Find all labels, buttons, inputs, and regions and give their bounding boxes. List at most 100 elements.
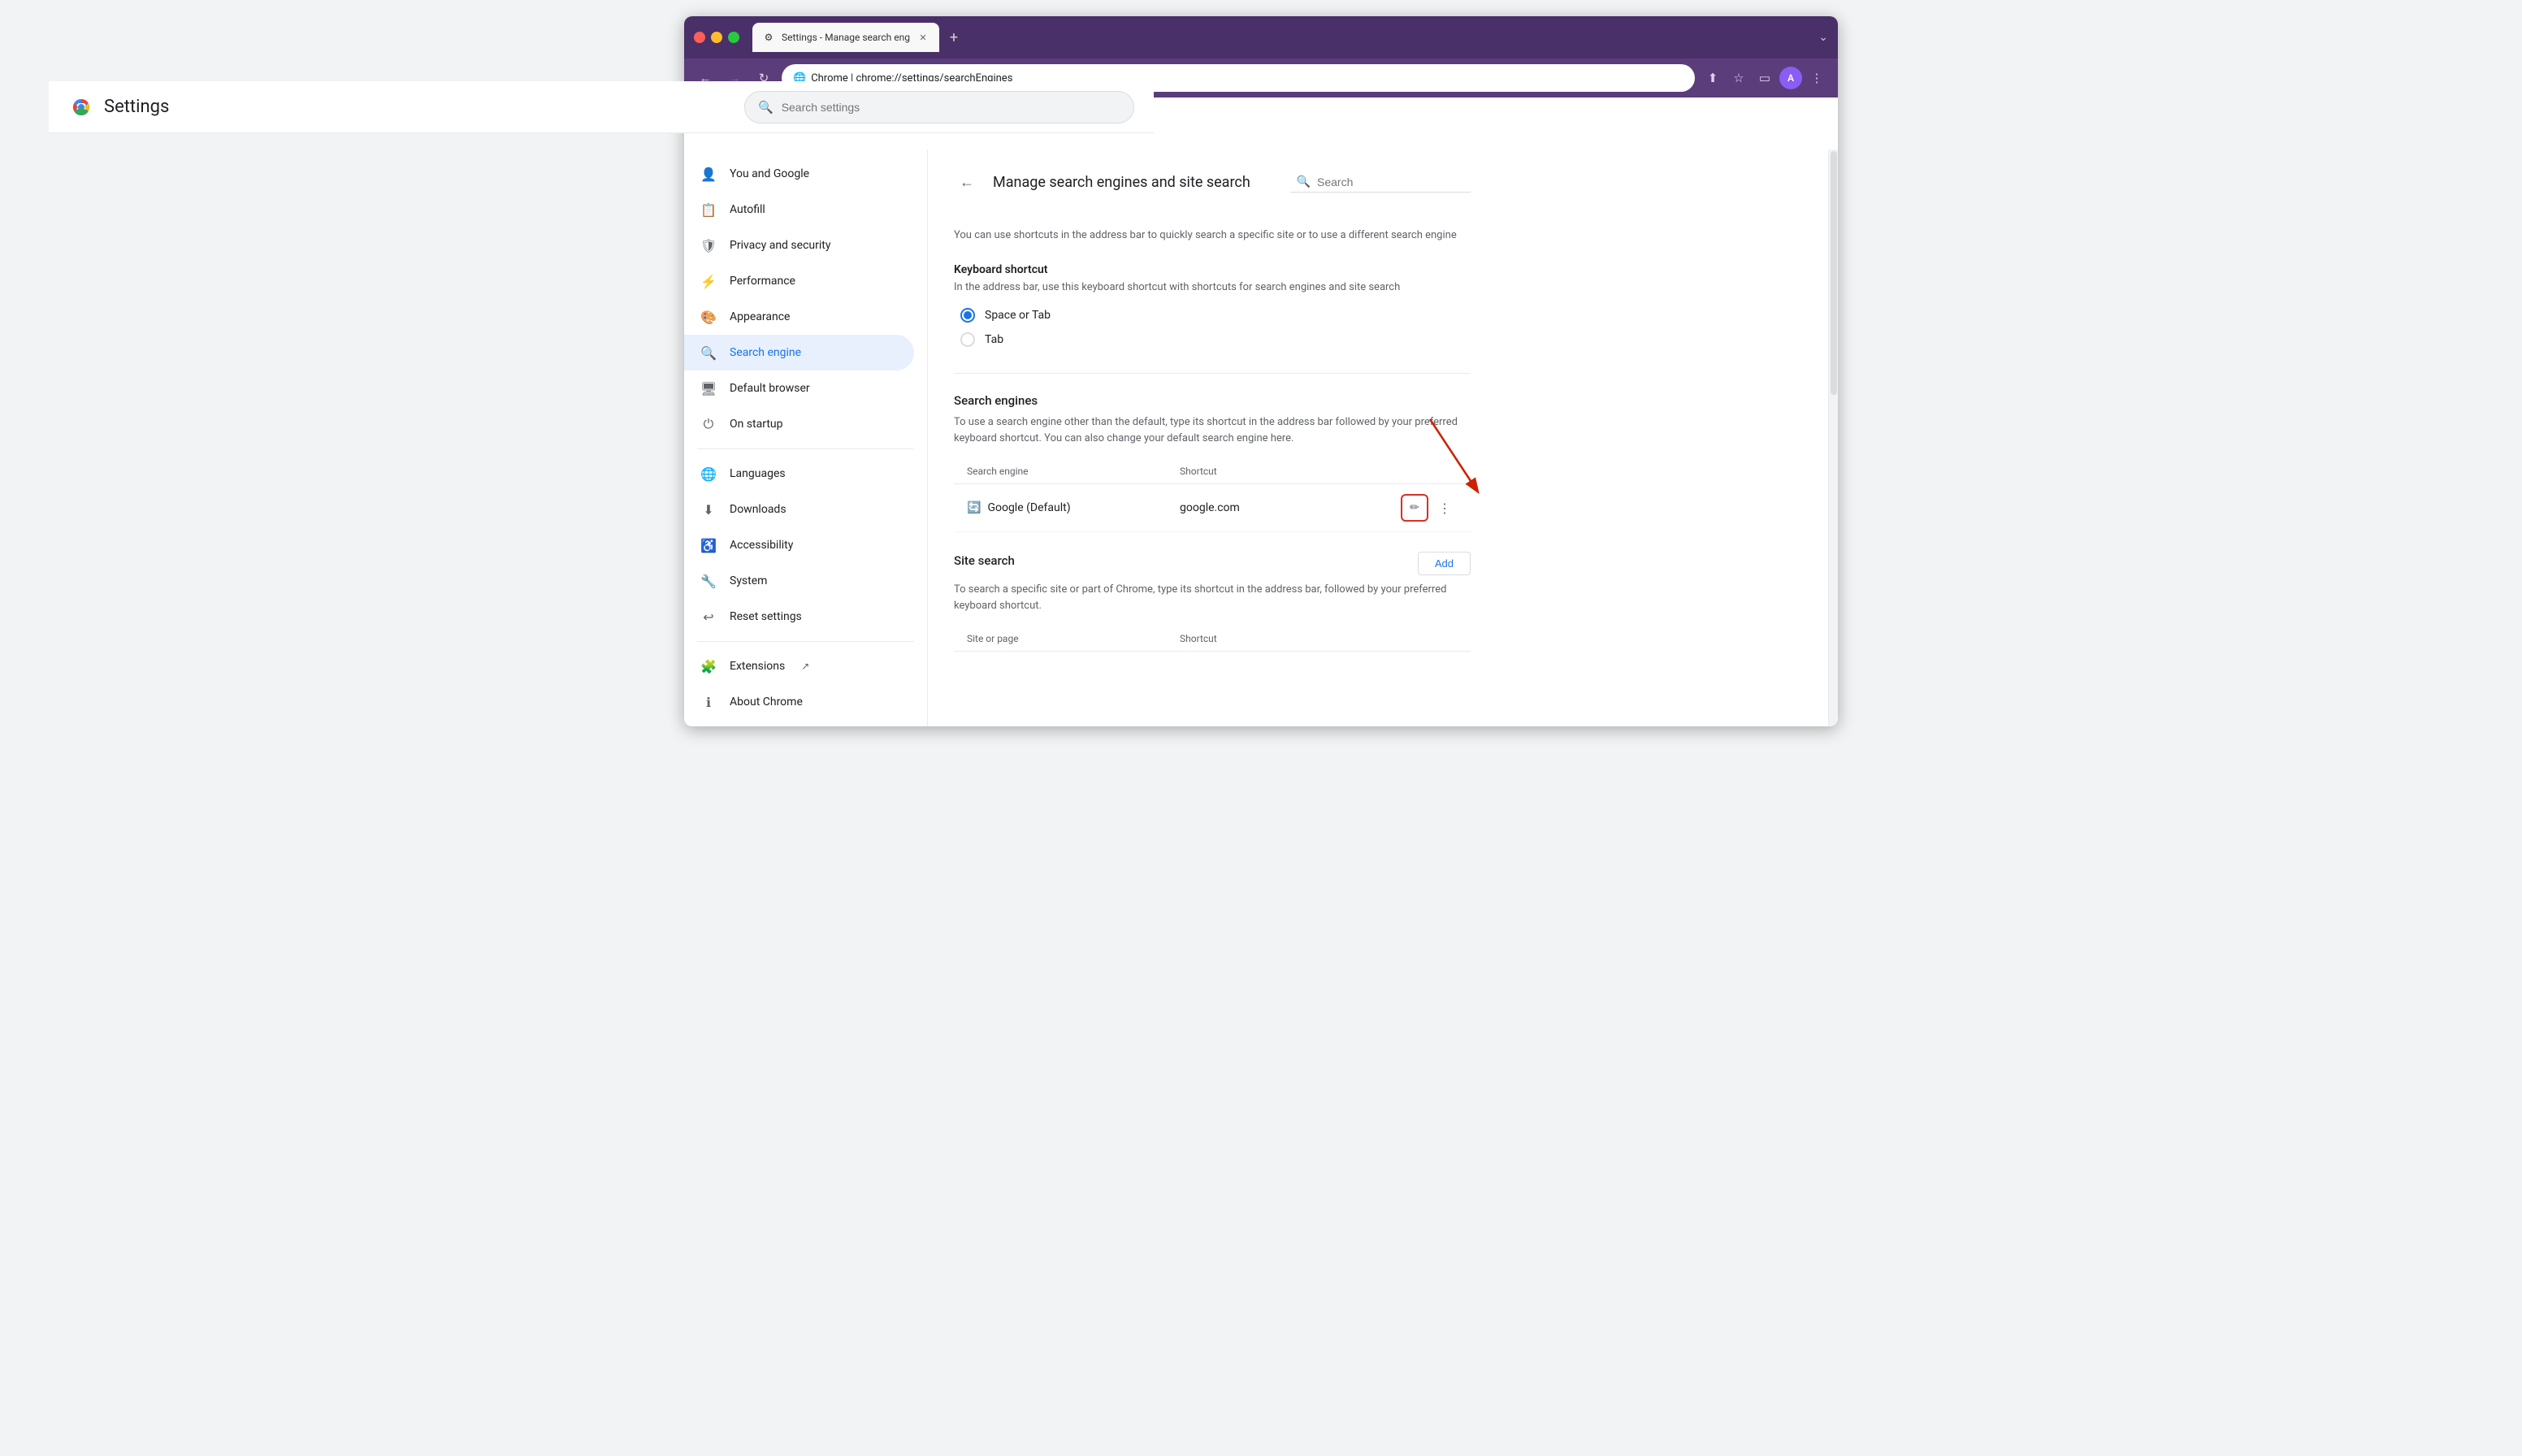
keyboard-shortcut-section: Keyboard shortcut In the address bar, us… xyxy=(954,263,1471,348)
radio-space-or-tab-circle[interactable] xyxy=(960,308,975,323)
sidebar-label-on-startup: On startup xyxy=(730,418,783,431)
sidebar-label-extensions: Extensions xyxy=(730,660,785,673)
power-icon: ⏻ xyxy=(700,416,717,432)
radio-space-or-tab-label: Space or Tab xyxy=(985,309,1051,322)
settings-search-icon: 🔍 xyxy=(758,100,774,115)
edit-icon: 📋 xyxy=(700,202,717,218)
reset-icon: ↩ xyxy=(700,609,717,625)
title-bar: ⚙ Settings - Manage search eng ✕ + ⌄ xyxy=(684,16,1838,58)
edit-engine-button[interactable]: ✏ xyxy=(1401,494,1428,522)
sidebar-divider-1 xyxy=(697,448,914,449)
shield-icon: 🛡 xyxy=(700,237,717,254)
tab-title: Settings - Manage search eng xyxy=(782,32,910,43)
bookmark-button[interactable]: ☆ xyxy=(1727,67,1750,89)
radio-tab[interactable]: Tab xyxy=(960,332,1471,347)
minimize-button[interactable] xyxy=(711,32,722,43)
sidebar-label-accessibility: Accessibility xyxy=(730,539,793,552)
sidebar-item-search-engine[interactable]: 🔍 Search engine xyxy=(684,335,914,370)
sidebar-item-performance[interactable]: ⚡ Performance xyxy=(684,263,914,299)
page-description: You can use shortcuts in the address bar… xyxy=(954,228,1471,244)
active-tab[interactable]: ⚙ Settings - Manage search eng ✕ xyxy=(752,23,939,52)
download-icon: ⬇ xyxy=(700,501,717,518)
sidebar-item-on-startup[interactable]: ⏻ On startup xyxy=(684,406,914,442)
menu-button[interactable]: ⋮ xyxy=(1805,67,1828,89)
keyboard-shortcut-title: Keyboard shortcut xyxy=(954,263,1471,276)
maximize-button[interactable] xyxy=(728,32,739,43)
settings-search-bar[interactable]: 🔍 xyxy=(744,91,1134,124)
content-inner: ← Manage search engines and site search … xyxy=(928,150,1497,671)
page-header: ← Manage search engines and site search … xyxy=(954,169,1471,208)
sidebar-label-about-chrome: About Chrome xyxy=(730,696,803,708)
tab-favicon-icon: ⚙ xyxy=(762,31,775,44)
person-icon: 👤 xyxy=(700,166,717,182)
main-content: ← Manage search engines and site search … xyxy=(928,150,1828,726)
sidebar-label-appearance: Appearance xyxy=(730,310,790,323)
content-divider xyxy=(954,373,1471,374)
sidebar-item-autofill[interactable]: 📋 Autofill xyxy=(684,192,914,228)
sidebar-item-downloads[interactable]: ⬇ Downloads xyxy=(684,492,914,527)
settings-search-input[interactable] xyxy=(782,101,1120,114)
tab-bar: ⚙ Settings - Manage search eng ✕ + xyxy=(752,23,1812,52)
radio-tab-label: Tab xyxy=(985,333,1003,346)
google-icon: 🔄 xyxy=(967,501,981,514)
toolbar-actions: ⬆ ☆ ▭ A ⋮ xyxy=(1701,67,1828,89)
sidebar-item-reset-settings[interactable]: ↩ Reset settings xyxy=(684,599,914,635)
add-site-search-button[interactable]: Add xyxy=(1418,552,1471,575)
col-header-site-shortcut: Shortcut xyxy=(1180,633,1393,644)
sidebar-divider-2 xyxy=(697,641,914,642)
sidebar-item-appearance[interactable]: 🎨 Appearance xyxy=(684,299,914,335)
page-search-bar[interactable]: 🔍 xyxy=(1290,172,1471,193)
settings-app: Settings 🔍 👤 You and Google 📋 Autofill xyxy=(684,98,1838,726)
radio-space-or-tab[interactable]: Space or Tab xyxy=(960,308,1471,323)
scrollbar-track[interactable] xyxy=(1828,150,1838,726)
profile-button[interactable]: A xyxy=(1779,67,1802,89)
col-header-shortcut: Shortcut xyxy=(1180,466,1393,477)
page-back-button[interactable]: ← xyxy=(954,169,980,195)
settings-layout: 👤 You and Google 📋 Autofill 🛡 Privacy an… xyxy=(684,150,1838,726)
search-icon: 🔍 xyxy=(700,344,717,361)
site-search-table-header: Site or page Shortcut xyxy=(954,626,1471,652)
site-search-desc: To search a specific site or part of Chr… xyxy=(954,582,1471,613)
engine-name-cell: 🔄 Google (Default) xyxy=(967,501,1180,514)
page-title: Manage search engines and site search xyxy=(993,174,1277,191)
sidebar-label-downloads: Downloads xyxy=(730,503,786,516)
col-header-actions xyxy=(1393,466,1458,477)
engine-row-google: 🔄 Google (Default) google.com ✏ ⋮ xyxy=(954,484,1471,532)
site-search-section: Site search Add To search a specific sit… xyxy=(954,552,1471,652)
sidebar-item-privacy-security[interactable]: 🛡 Privacy and security xyxy=(684,228,914,263)
sidebar-label-you-and-google: You and Google xyxy=(730,167,809,180)
col-header-site: Site or page xyxy=(967,633,1180,644)
expand-icon[interactable]: ⌄ xyxy=(1818,31,1828,44)
tab-close-button[interactable]: ✕ xyxy=(916,31,930,44)
sidebar-item-languages[interactable]: 🌐 Languages xyxy=(684,456,914,492)
share-button[interactable]: ⬆ xyxy=(1701,67,1724,89)
sidebar-item-default-browser[interactable]: 🖥 Default browser xyxy=(684,370,914,406)
sidebar-label-autofill: Autofill xyxy=(730,203,765,216)
sidebar-item-accessibility[interactable]: ♿ Accessibility xyxy=(684,527,914,563)
palette-icon: 🎨 xyxy=(700,309,717,325)
sidebar: 👤 You and Google 📋 Autofill 🛡 Privacy an… xyxy=(684,150,928,726)
extension-icon: 🧩 xyxy=(700,658,717,674)
tab-groups-button[interactable]: ▭ xyxy=(1753,67,1776,89)
engine-row-actions: ✏ ⋮ xyxy=(1393,494,1458,522)
sidebar-label-performance: Performance xyxy=(730,275,795,288)
col-header-engine: Search engine xyxy=(967,466,1180,477)
sidebar-item-you-and-google[interactable]: 👤 You and Google xyxy=(684,156,914,192)
page-search-icon: 🔍 xyxy=(1297,176,1311,188)
info-icon: ℹ xyxy=(700,694,717,710)
more-engine-button[interactable]: ⋮ xyxy=(1432,495,1458,521)
new-tab-button[interactable]: + xyxy=(942,26,965,49)
col-header-site-actions xyxy=(1393,633,1458,644)
sidebar-item-system[interactable]: 🔧 System xyxy=(684,563,914,599)
language-icon: 🌐 xyxy=(700,466,717,482)
keyboard-shortcut-desc: In the address bar, use this keyboard sh… xyxy=(954,280,1471,296)
sidebar-item-about-chrome[interactable]: ℹ About Chrome xyxy=(684,684,914,720)
sidebar-label-search-engine: Search engine xyxy=(730,346,801,359)
radio-tab-circle[interactable] xyxy=(960,332,975,347)
sidebar-item-extensions[interactable]: 🧩 Extensions ↗ xyxy=(684,648,914,684)
site-search-header: Site search Add xyxy=(954,552,1471,575)
page-search-input[interactable] xyxy=(1317,176,1464,188)
scrollbar-thumb[interactable] xyxy=(1831,151,1837,395)
close-button[interactable] xyxy=(694,32,705,43)
site-search-title: Site search xyxy=(954,553,1015,568)
